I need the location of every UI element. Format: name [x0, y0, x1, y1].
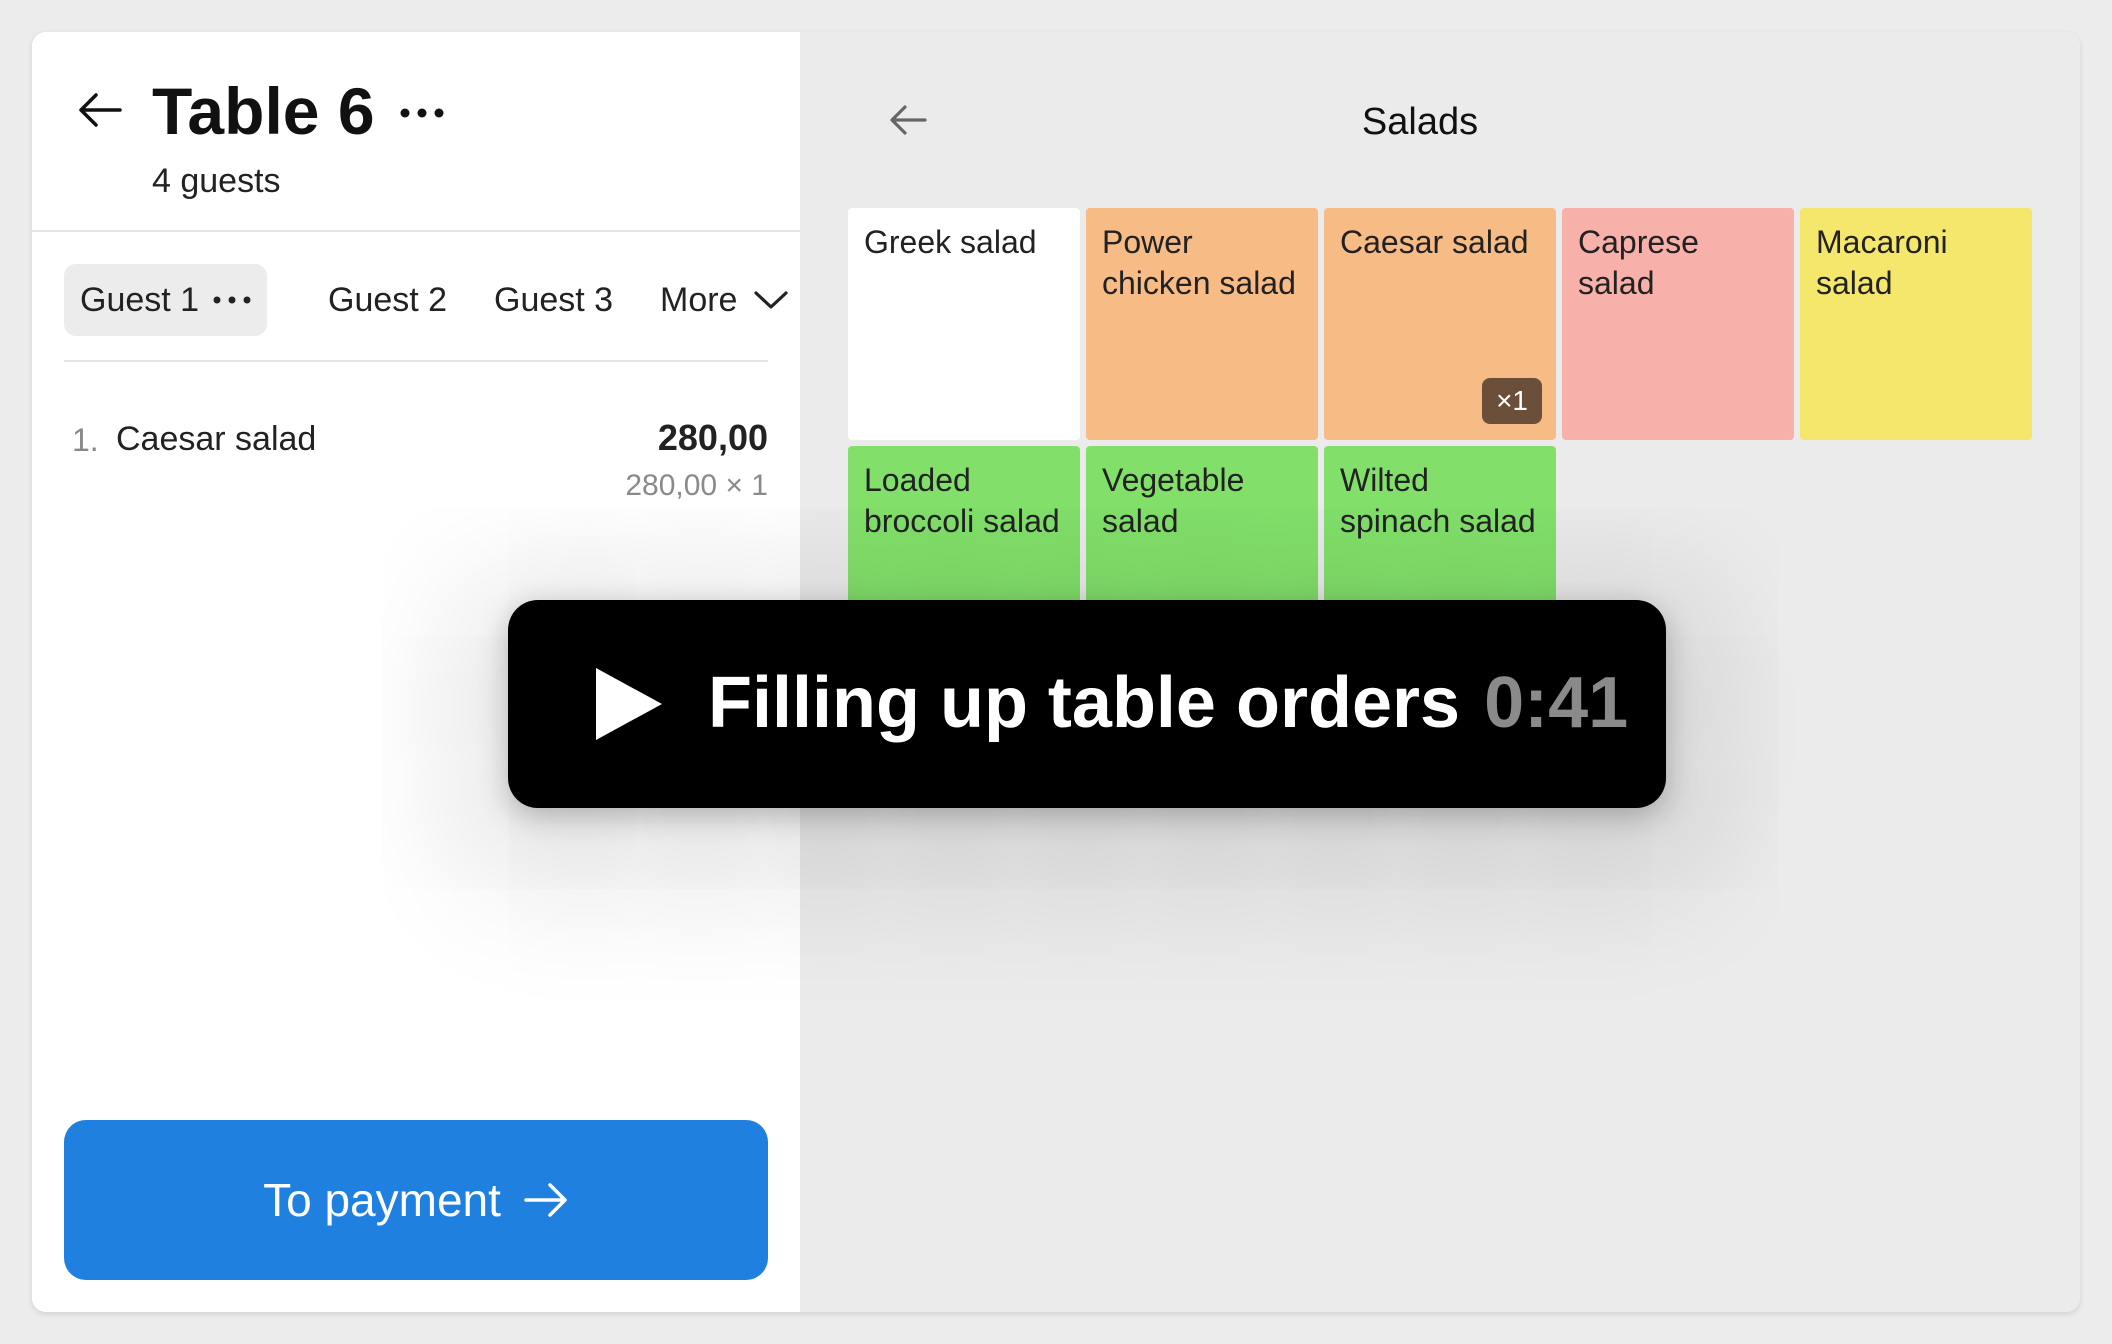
- page-title: Table 6: [152, 74, 375, 148]
- play-icon[interactable]: [590, 666, 666, 742]
- guest-options-button[interactable]: [213, 296, 251, 304]
- order-item[interactable]: 1. Caesar salad 280,00 280,00 × 1: [72, 406, 768, 516]
- product-name: Greek salad: [864, 224, 1037, 260]
- guest-tabs: Guest 1 Guest 2 Guest 3 More: [64, 264, 789, 336]
- tab-label: Guest 3: [494, 280, 614, 319]
- tab-guest-1[interactable]: Guest 1: [64, 264, 268, 336]
- divider: [32, 230, 800, 232]
- product-name: Vegetable salad: [1102, 462, 1245, 539]
- app-window: Table 6 4 guests Guest 1 Guest 2 Guest 3…: [32, 32, 2080, 1312]
- category-title: Salads: [1361, 101, 1479, 143]
- product-name: Caesar salad: [1340, 224, 1529, 260]
- video-title: Filling up table orders 0:41: [708, 658, 1628, 748]
- chevron-down-icon: [754, 291, 789, 309]
- product-name: Loaded broccoli salad: [864, 462, 1060, 539]
- back-button[interactable]: [70, 80, 130, 140]
- table-options-button[interactable]: [392, 98, 452, 128]
- video-player-overlay[interactable]: Filling up table orders 0:41: [508, 600, 1666, 808]
- product-name: Wilted spinach salad: [1340, 462, 1536, 539]
- arrow-right-icon: [523, 1181, 569, 1219]
- arrow-left-icon: [79, 93, 122, 127]
- order-item-total: 280,00: [657, 417, 768, 458]
- video-duration: 0:41: [1484, 663, 1629, 743]
- guests-count: 4 guests: [152, 162, 281, 200]
- quantity-badge: ×1: [1482, 378, 1542, 424]
- divider: [64, 360, 768, 362]
- product-tile-caesar-salad[interactable]: Caesar salad ×1: [1324, 208, 1556, 440]
- tab-guest-2[interactable]: Guest 2: [328, 264, 447, 336]
- product-tile-macaroni-salad[interactable]: Macaroni salad: [1800, 208, 2032, 440]
- video-title-text: Filling up table orders: [708, 663, 1461, 743]
- tab-more[interactable]: More: [660, 264, 789, 336]
- product-tile-greek-salad[interactable]: Greek salad: [848, 208, 1080, 440]
- tab-guest-3[interactable]: Guest 3: [494, 264, 613, 336]
- order-item-detail: 280,00 × 1: [625, 469, 768, 502]
- product-name: Caprese salad: [1578, 224, 1699, 301]
- tab-label: Guest 2: [328, 280, 448, 319]
- to-payment-button[interactable]: To payment: [64, 1120, 768, 1280]
- more-horizontal-icon: [400, 108, 444, 118]
- pay-button-label: To payment: [263, 1174, 501, 1226]
- order-item-name: Caesar salad: [116, 420, 317, 458]
- product-tile-power-chicken-salad[interactable]: Power chicken salad: [1086, 208, 1318, 440]
- product-name: Power chicken salad: [1102, 224, 1296, 301]
- order-item-number: 1.: [72, 422, 99, 458]
- product-tile-caprese-salad[interactable]: Caprese salad: [1562, 208, 1794, 440]
- product-name: Macaroni salad: [1816, 224, 1948, 301]
- more-horizontal-icon: [213, 296, 251, 304]
- tab-label: Guest 1: [80, 280, 200, 319]
- tab-label: More: [660, 280, 738, 319]
